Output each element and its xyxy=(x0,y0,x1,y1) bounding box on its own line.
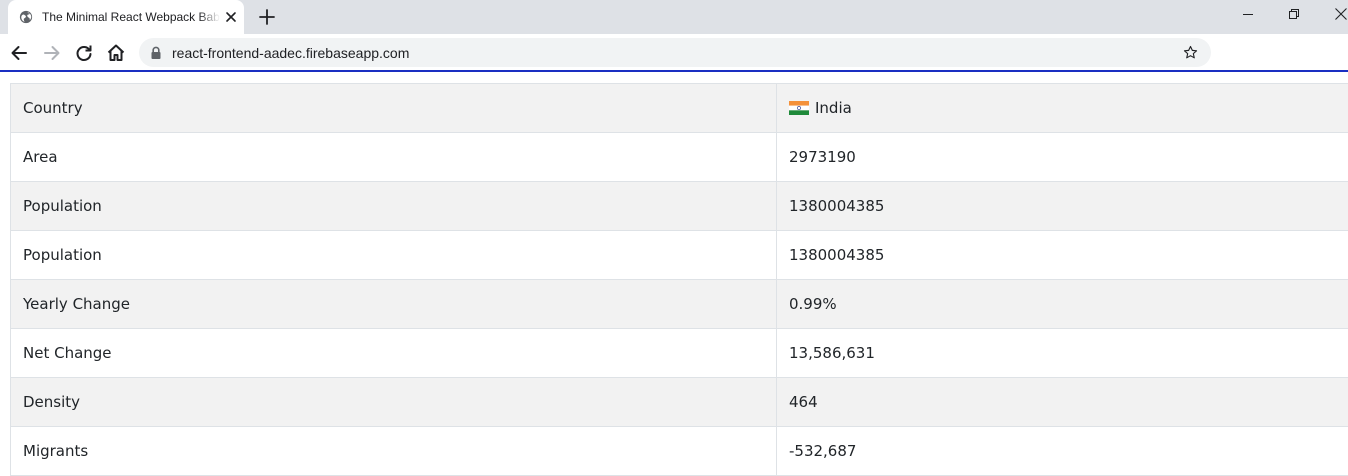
row-value: 0.99% xyxy=(777,280,1348,329)
globe-icon xyxy=(19,10,33,24)
row-label: Net Change xyxy=(11,329,777,378)
table-row: Density 464 xyxy=(11,378,1348,427)
row-value: 1380004385 xyxy=(777,182,1348,231)
close-tab-icon[interactable] xyxy=(224,10,238,24)
row-label: Area xyxy=(11,133,777,182)
row-label: Migrants xyxy=(11,427,777,476)
table-row: Country India xyxy=(11,84,1348,133)
page-load-indicator xyxy=(0,70,1348,72)
row-label: Population xyxy=(11,231,777,280)
address-bar[interactable]: react-frontend-aadec.firebaseapp.com xyxy=(139,38,1211,67)
row-label: Country xyxy=(11,84,777,133)
india-flag-icon xyxy=(789,101,809,115)
url-text: react-frontend-aadec.firebaseapp.com xyxy=(172,45,409,61)
table-row: Population 1380004385 xyxy=(11,231,1348,280)
home-icon[interactable] xyxy=(105,42,127,64)
row-label: Population xyxy=(11,182,777,231)
forward-icon[interactable] xyxy=(41,42,63,64)
reload-icon[interactable] xyxy=(73,42,95,64)
row-value: 1380004385 xyxy=(777,231,1348,280)
new-tab-icon[interactable] xyxy=(258,8,276,26)
close-icon xyxy=(1335,8,1347,20)
row-value: 464 xyxy=(777,378,1348,427)
tab-title: The Minimal React Webpack Babel Setup xyxy=(42,9,220,25)
lock-icon xyxy=(150,46,162,60)
tab-strip: The Minimal React Webpack Babel Setup xyxy=(0,0,1348,34)
restore-icon xyxy=(1288,8,1300,20)
country-stats-table: Country India Area 2973190 Population 13… xyxy=(10,83,1348,476)
browser-tab[interactable]: The Minimal React Webpack Babel Setup xyxy=(8,0,244,34)
country-name: India xyxy=(815,99,852,117)
row-value-country: India xyxy=(777,84,1348,133)
restore-button[interactable] xyxy=(1271,0,1317,30)
table-row: Area 2973190 xyxy=(11,133,1348,182)
row-label: Density xyxy=(11,378,777,427)
table-row: Yearly Change 0.99% xyxy=(11,280,1348,329)
table-row: Population 1380004385 xyxy=(11,182,1348,231)
bookmark-star-icon[interactable] xyxy=(1182,44,1199,61)
minimize-button[interactable] xyxy=(1225,0,1271,30)
row-value: 13,586,631 xyxy=(777,329,1348,378)
row-value: 2973190 xyxy=(777,133,1348,182)
row-value: -532,687 xyxy=(777,427,1348,476)
table-row: Migrants -532,687 xyxy=(11,427,1348,476)
table-row: Net Change 13,586,631 xyxy=(11,329,1348,378)
back-icon[interactable] xyxy=(8,42,30,64)
page-content: Country India Area 2973190 Population 13… xyxy=(10,83,1348,476)
browser-toolbar: react-frontend-aadec.firebaseapp.com xyxy=(0,34,1348,71)
minimize-icon xyxy=(1242,8,1254,20)
row-label: Yearly Change xyxy=(11,280,777,329)
close-window-button[interactable] xyxy=(1318,0,1348,30)
